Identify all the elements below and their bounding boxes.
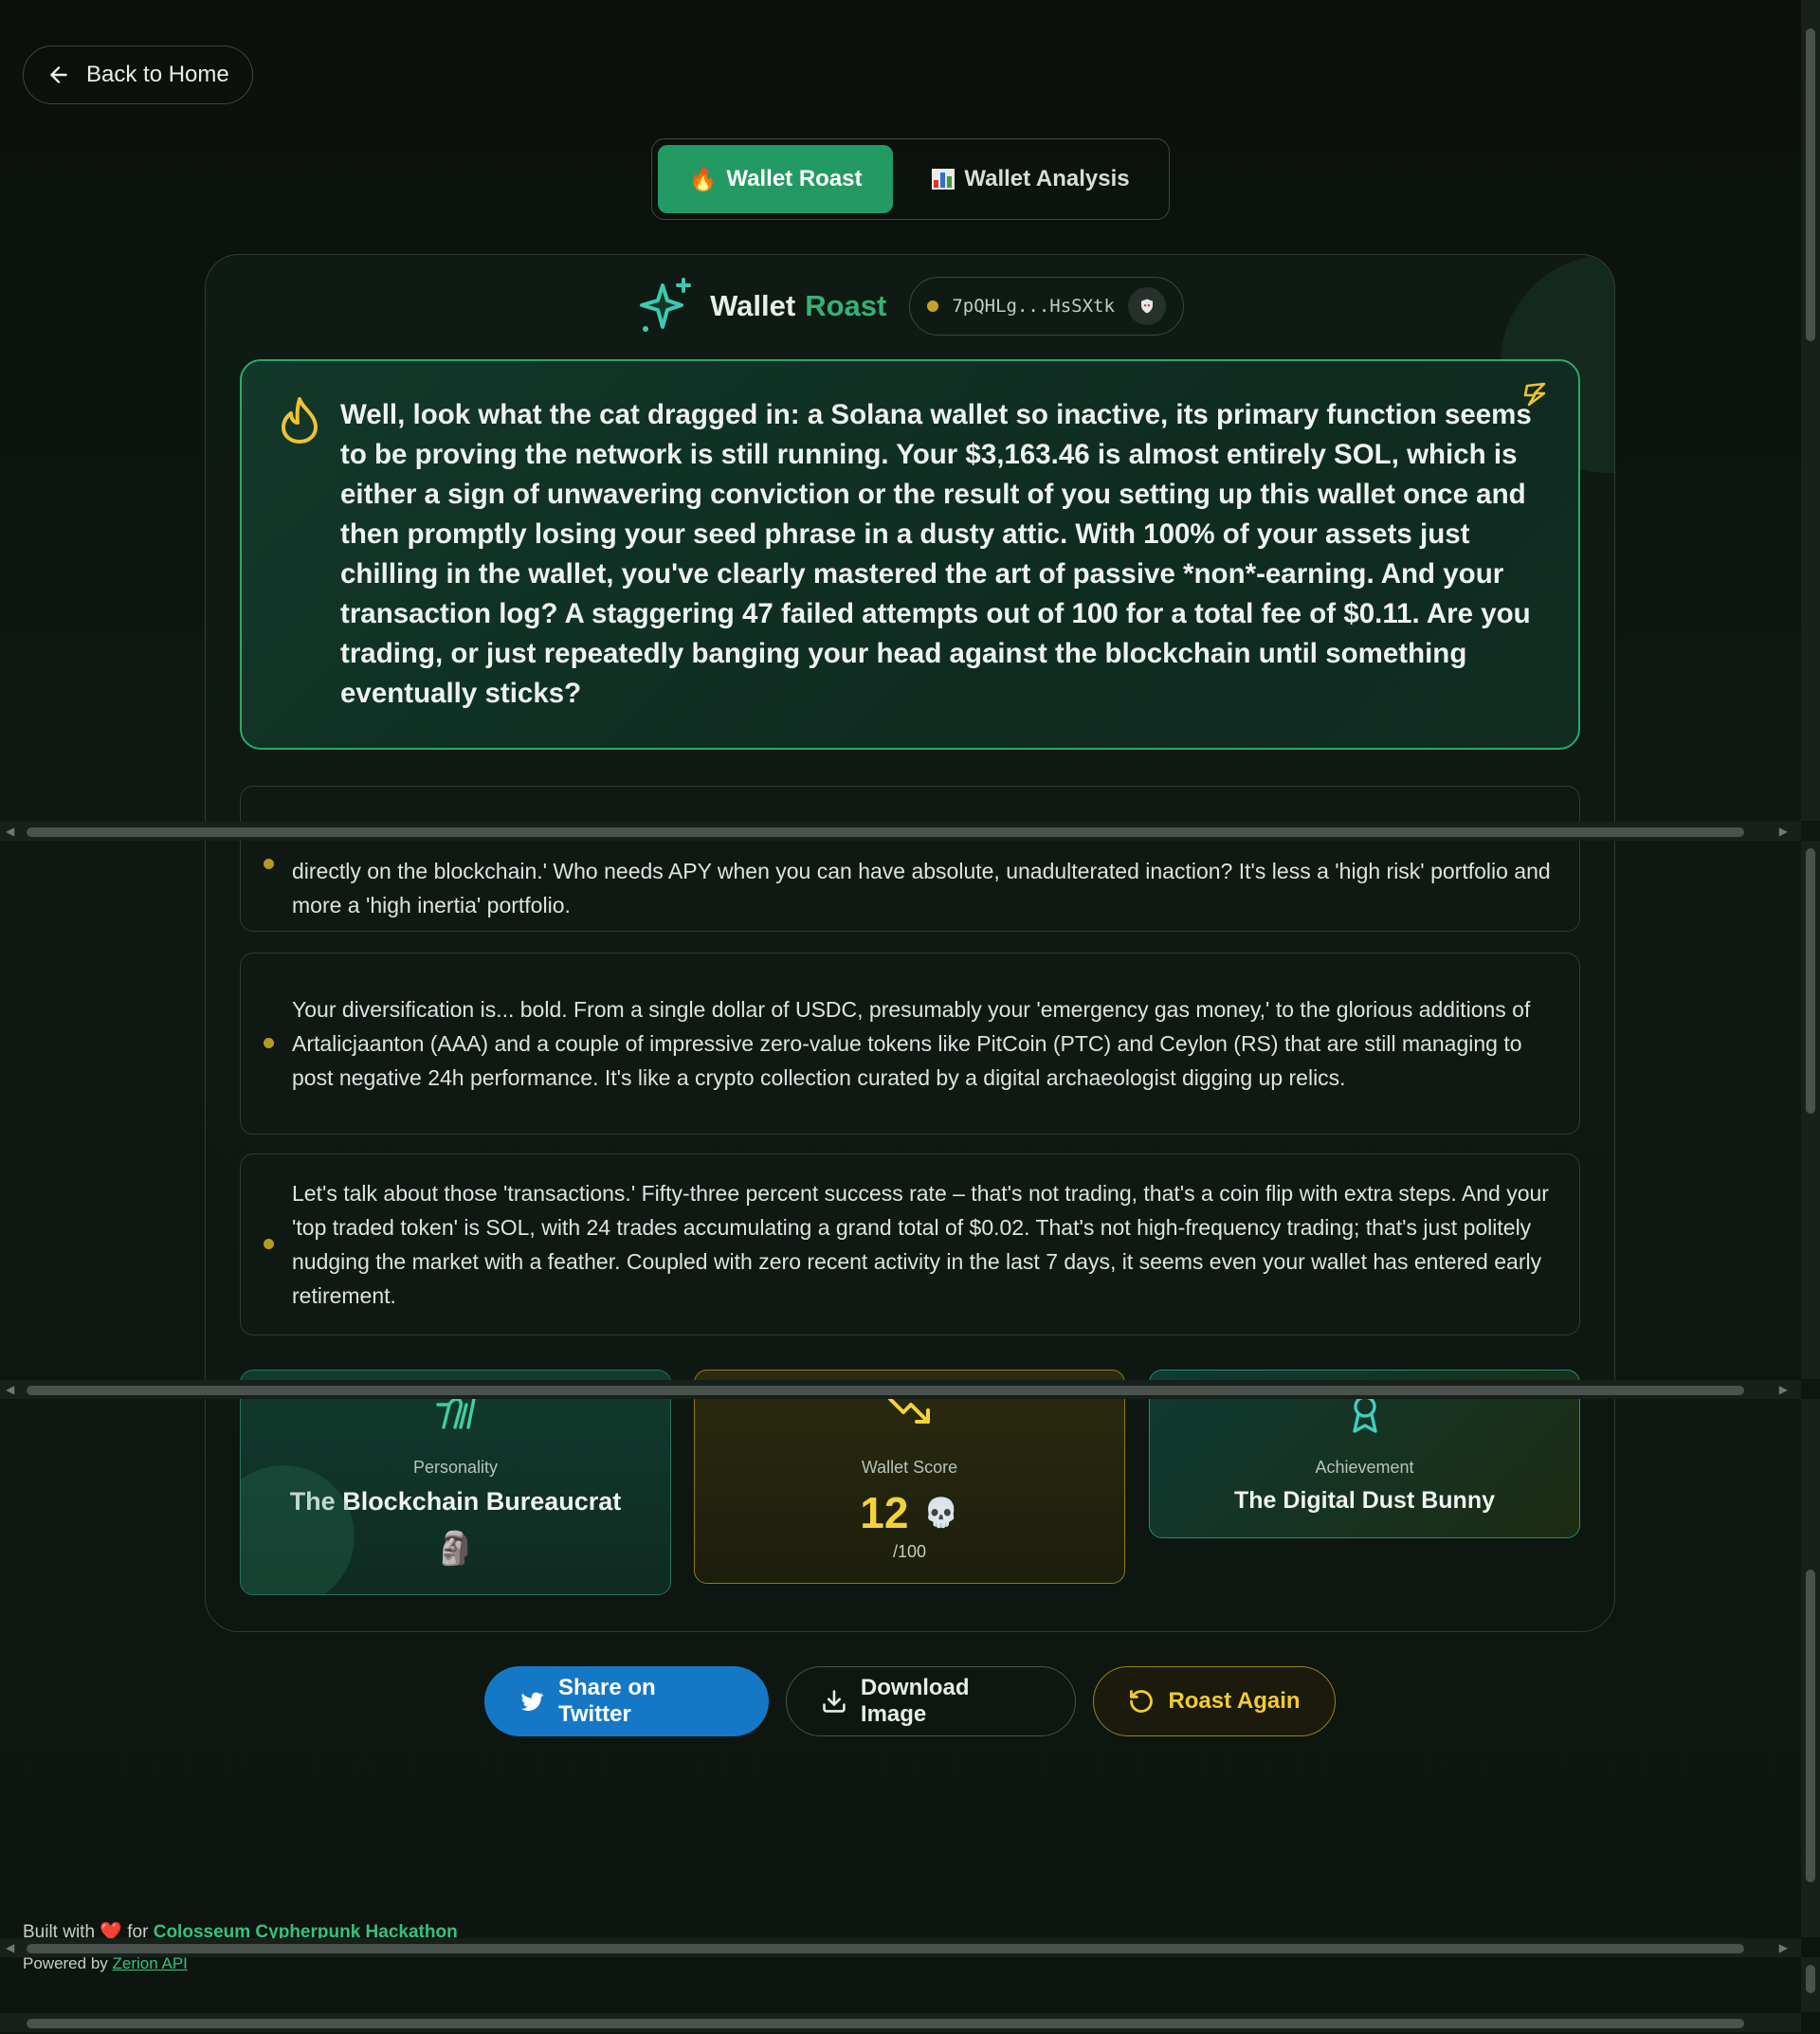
share-twitter-label: Share on Twitter [557, 1675, 656, 1727]
bar-chart-icon [932, 169, 956, 190]
scrollbar-thumb[interactable] [1806, 1570, 1815, 1882]
personality-card: Personality The Blockchain Bureaucrat 🗿 [240, 1370, 671, 1595]
back-to-home-label: Back to Home [86, 62, 229, 87]
scroll-left-icon[interactable]: ◀ [6, 1941, 14, 1954]
download-image-label: Download Image [860, 1675, 970, 1727]
action-buttons: Share on Twitter Download Image Roast Ag… [0, 1666, 1820, 1736]
wallet-address: 7pQHLg...HsSXtk [952, 296, 1115, 317]
horizontal-scrollbar[interactable]: ◀ ▶ [0, 1380, 1801, 1399]
brand-word-roast: Roast [805, 289, 887, 322]
roast-card: Wallet Roast 7pQHLg...HsSXtk Well, look w… [205, 254, 1615, 1632]
skull-icon: 💀 [923, 1497, 959, 1529]
bullet-dot [264, 859, 274, 869]
rotate-ccw-icon [1130, 1690, 1154, 1713]
roast-point-text: directly on the blockchain.' Who needs A… [292, 859, 1551, 917]
brand-word-wallet: Wallet [710, 289, 796, 322]
scroll-left-icon[interactable]: ◀ [6, 1383, 14, 1396]
roast-point-text: Your diversification is... bold. From a … [292, 997, 1531, 1090]
decorative-glow [241, 1465, 355, 1594]
tab-wallet-roast-label: Wallet Roast [726, 166, 863, 191]
wallet-score-value: 12 [860, 1488, 909, 1537]
achievement-value: The Digital Dust Bunny [1234, 1487, 1495, 1514]
award-icon [1352, 1395, 1377, 1433]
status-dot [927, 300, 939, 312]
horizontal-scrollbar[interactable]: ◀ ▶ [0, 1938, 1801, 1957]
download-icon [823, 1690, 846, 1713]
scrollbar-thumb[interactable] [1806, 848, 1815, 1114]
tab-wallet-roast[interactable]: 🔥 Wallet Roast [658, 145, 893, 213]
shield-icon [1127, 287, 1166, 325]
footer-powered-by: Powered by Zerion API [23, 1954, 188, 1973]
card-header: Wallet Roast 7pQHLg...HsSXtk [206, 276, 1614, 336]
scrollbar-thumb[interactable] [27, 1386, 1744, 1395]
tab-wallet-analysis[interactable]: Wallet Analysis [899, 145, 1163, 213]
achievement-label: Achievement [1315, 1458, 1414, 1477]
flame-icon [282, 397, 318, 444]
bullet-dot [264, 1038, 274, 1048]
scrollbar-thumb[interactable] [27, 827, 1744, 837]
wallet-score-denominator: /100 [892, 1542, 927, 1561]
horizontal-scrollbar[interactable] [0, 2013, 1801, 2032]
fire-icon: 🔥 [688, 166, 718, 192]
roast-again-label: Roast Again [1168, 1688, 1301, 1714]
wallet-address-pill[interactable]: 7pQHLg...HsSXtk [909, 277, 1184, 336]
roast-point: Your diversification is... bold. From a … [240, 953, 1580, 1135]
scroll-right-icon[interactable]: ▶ [1779, 1941, 1788, 1954]
tab-wallet-analysis-label: Wallet Analysis [964, 166, 1130, 191]
wallet-score-card: Wallet Score 12 💀 /100 [694, 1370, 1125, 1584]
download-image-button[interactable]: Download Image [786, 1666, 1076, 1736]
scrollbar-thumb[interactable] [1806, 28, 1815, 341]
roast-text: Well, look what the cat dragged in: a So… [340, 399, 1532, 709]
scrollbar-thumb[interactable] [1806, 1965, 1815, 1993]
twitter-icon [520, 1692, 544, 1712]
wallet-score-label: Wallet Score [861, 1458, 958, 1477]
roast-point: directly on the blockchain.' Who needs A… [240, 786, 1580, 932]
roast-again-button[interactable]: Roast Again [1093, 1666, 1336, 1736]
share-twitter-button[interactable]: Share on Twitter [484, 1666, 769, 1736]
vertical-scrollbar[interactable] [1801, 841, 1820, 1379]
bullet-dot [264, 1239, 274, 1249]
scroll-right-icon[interactable]: ▶ [1779, 1383, 1788, 1396]
scrollbar-thumb[interactable] [27, 1944, 1744, 1953]
mode-tabs: 🔥 Wallet Roast Wallet Analysis [651, 138, 1170, 220]
vertical-scrollbar[interactable] [1801, 1957, 1820, 2012]
vertical-scrollbar[interactable] [1801, 0, 1820, 821]
horizontal-scrollbar[interactable]: ◀ ▶ [0, 822, 1801, 841]
vertical-scrollbar[interactable] [1801, 1399, 1820, 1937]
roast-point: Let's talk about those 'transactions.' F… [240, 1153, 1580, 1335]
scrollbar-thumb[interactable] [27, 2019, 1744, 2028]
sparkles-icon [640, 278, 692, 332]
zap-icon [1523, 382, 1546, 407]
score-row: 12 💀 [695, 1487, 1124, 1538]
roast-point-text: Let's talk about those 'transactions.' F… [292, 1181, 1549, 1308]
brand-title: Wallet Roast [636, 276, 886, 336]
arrow-left-icon [50, 66, 67, 83]
scroll-right-icon[interactable]: ▶ [1779, 825, 1788, 838]
scroll-left-icon[interactable]: ◀ [6, 825, 14, 838]
wind-icon [435, 1397, 476, 1429]
back-to-home-button[interactable]: Back to Home [23, 45, 253, 104]
roast-summary-box: Well, look what the cat dragged in: a So… [240, 359, 1580, 750]
